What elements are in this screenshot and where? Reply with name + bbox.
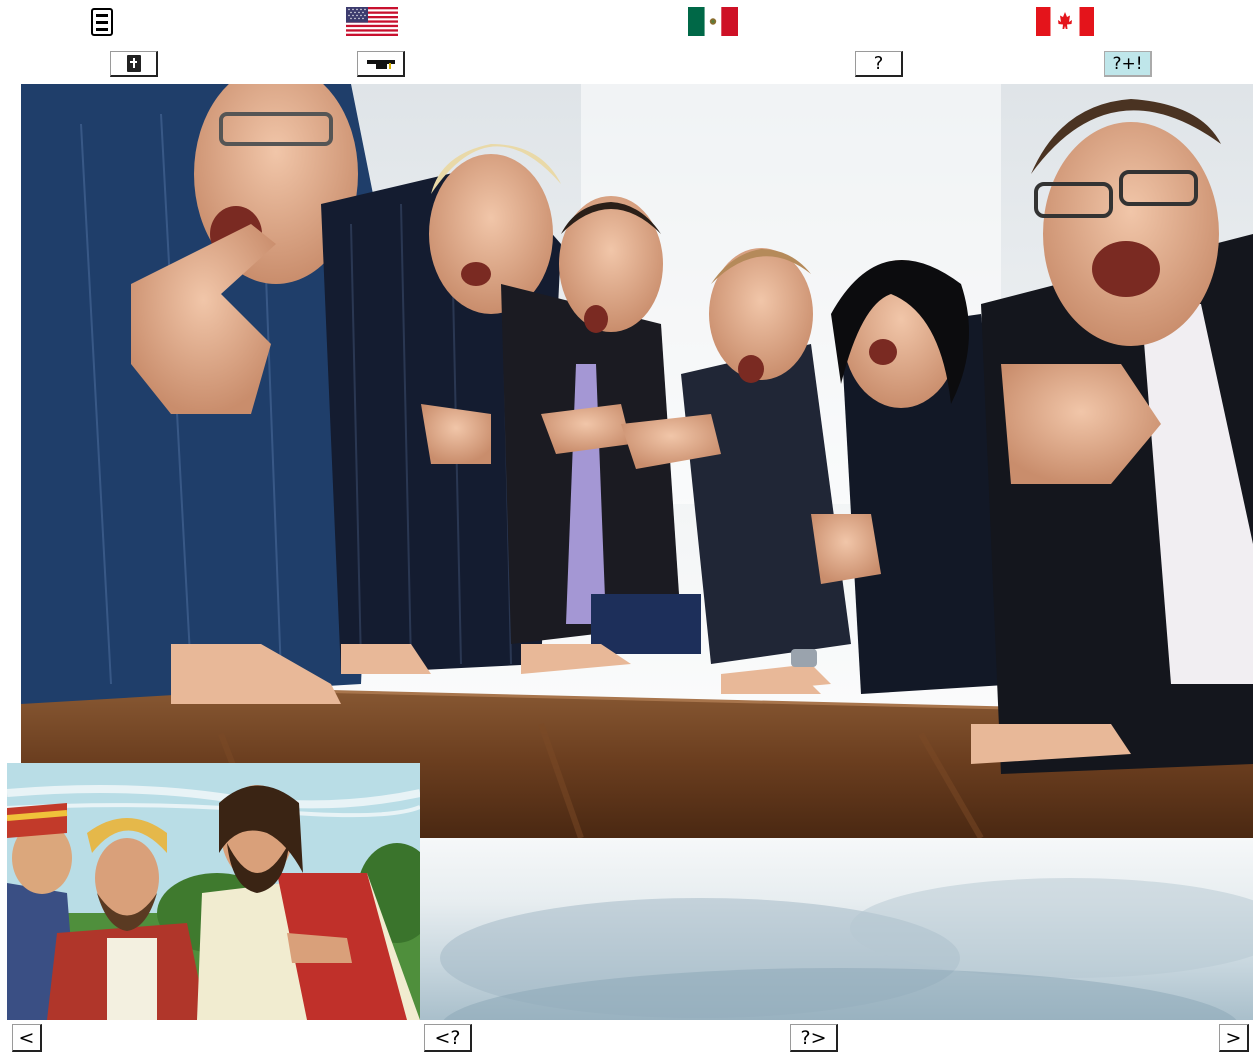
- next-button[interactable]: >: [1219, 1024, 1249, 1052]
- bible-story-illustration: [7, 763, 420, 1020]
- question-answer-button[interactable]: ?+!: [1104, 51, 1152, 77]
- page: ? ?+! < <? ?> >: [0, 0, 1253, 1055]
- us-flag-icon[interactable]: [346, 7, 398, 36]
- background-blur-image: [420, 838, 1253, 1020]
- previous-question-button[interactable]: <?: [424, 1024, 472, 1052]
- hamburger-menu-icon[interactable]: [88, 6, 116, 38]
- graduation-cap-icon: [366, 57, 395, 71]
- question-button[interactable]: ?: [855, 51, 903, 77]
- mexico-flag-icon[interactable]: [688, 7, 738, 36]
- bible-button[interactable]: [110, 51, 158, 77]
- previous-button[interactable]: <: [12, 1024, 42, 1052]
- canada-flag-icon[interactable]: [1036, 7, 1094, 36]
- next-question-button[interactable]: ?>: [790, 1024, 838, 1052]
- graduation-button[interactable]: [357, 51, 405, 77]
- bible-icon: [126, 55, 141, 72]
- angry-business-people-photo: [21, 84, 1253, 838]
